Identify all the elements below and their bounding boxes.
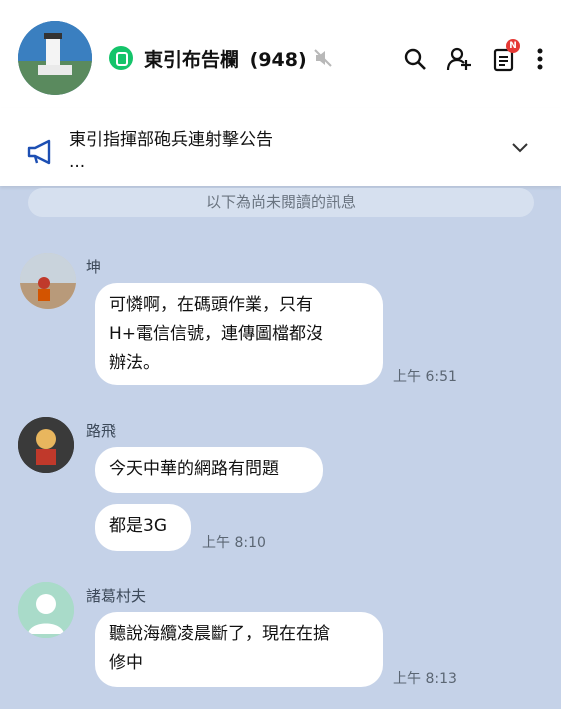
message-bubble[interactable]: 聽說海纜凌晨斷了，現在在搶 修中 [95, 612, 383, 687]
more-icon[interactable] [530, 46, 550, 72]
message-time: 上午 6:51 [393, 369, 457, 385]
mute-icon [314, 49, 332, 67]
unread-divider: 以下為尚未閱讀的訊息 [28, 188, 534, 217]
message-bubble[interactable]: 今天中華的網路有問題 [95, 447, 323, 493]
add-friend-icon[interactable] [446, 46, 472, 72]
sender-name: 坤 [86, 258, 102, 276]
member-count: (948) [249, 49, 307, 71]
chat-header: 東引布告欄 (948) N [0, 0, 561, 108]
message-time: 上午 8:10 [202, 535, 266, 551]
community-badge-icon [109, 46, 133, 70]
chevron-down-icon[interactable] [510, 140, 530, 156]
group-name: 東引布告欄 [144, 49, 240, 71]
announcement-bar[interactable]: 東引指揮部砲兵連射擊公告 ... [0, 108, 561, 186]
chat-title[interactable]: 東引布告欄 (948) [144, 45, 307, 72]
sender-name: 路飛 [86, 422, 117, 440]
group-avatar[interactable] [18, 21, 92, 95]
avatar[interactable] [18, 417, 74, 473]
notification-badge: N [506, 39, 520, 53]
announcement-text: 東引指揮部砲兵連射擊公告 [69, 130, 273, 150]
megaphone-icon [27, 139, 51, 165]
search-icon[interactable] [402, 46, 428, 72]
message-bubble[interactable]: 都是3G [95, 504, 191, 551]
avatar[interactable] [18, 582, 74, 638]
message-time: 上午 8:13 [393, 671, 457, 687]
announcement-ellipsis: ... [69, 152, 86, 172]
sender-name: 諸葛村夫 [86, 587, 147, 605]
message-bubble[interactable]: 可憐啊，在碼頭作業，只有 H+電信信號，連傳圖檔都沒 辦法。 [95, 283, 383, 385]
avatar[interactable] [20, 253, 76, 309]
